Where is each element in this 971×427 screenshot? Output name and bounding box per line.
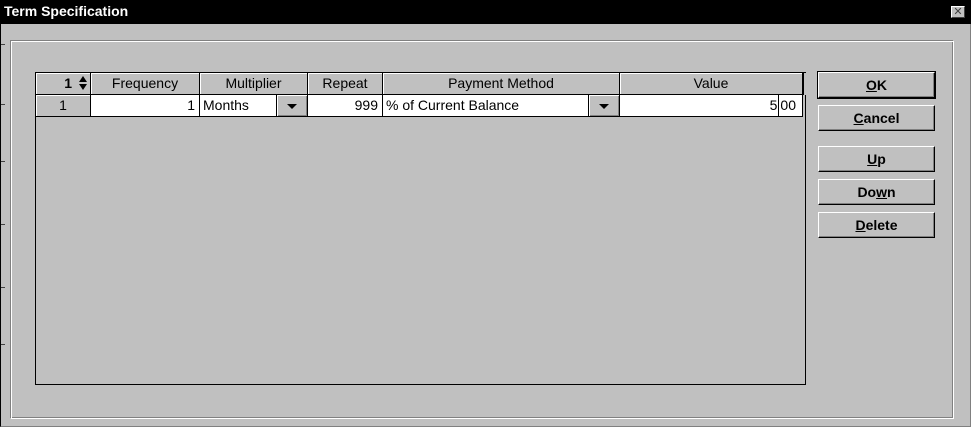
cancel-mnemonic: C [853,110,864,126]
column-header-value[interactable]: Value [620,73,803,95]
term-specification-window: Term Specification ✕ 1 Frequency Multipl… [0,0,971,427]
repeat-cell[interactable]: 999 [308,95,383,117]
multiplier-cell[interactable]: Months [200,95,277,117]
down-label-pre: Do [857,184,877,200]
value-cell[interactable]: 5 00 [620,95,803,117]
column-header-frequency[interactable]: Frequency [91,73,200,95]
payment-method-cell[interactable]: % of Current Balance [383,95,589,117]
up-down-spinner-icon[interactable] [79,76,87,91]
down-button[interactable]: Down [818,179,935,205]
ok-mnemonic: O [865,77,877,93]
close-icon[interactable]: ✕ [951,6,965,18]
cancel-button[interactable]: Cancel [818,105,935,131]
chevron-down-icon [599,104,609,109]
cancel-label-rest: ancel [863,110,900,126]
title-bar[interactable]: Term Specification ✕ [1,0,971,24]
up-button[interactable]: Up [818,146,935,172]
record-counter: 1 [64,75,72,91]
value-integer: 5 [769,97,778,113]
down-mnemonic: w [876,184,887,200]
column-header-payment-method[interactable]: Payment Method [383,73,620,95]
window-title: Term Specification [4,3,129,19]
record-counter-header: 1 [36,73,91,95]
row-number[interactable]: 1 [36,95,91,117]
down-label-rest: n [887,184,896,200]
up-mnemonic: U [867,151,878,167]
delete-mnemonic: D [855,217,866,233]
up-label-rest: p [877,151,886,167]
frequency-cell[interactable]: 1 [91,95,200,117]
spinner-up-icon[interactable] [79,76,87,82]
ok-button[interactable]: OK [817,71,936,99]
chevron-down-icon [287,104,297,109]
column-header-repeat[interactable]: Repeat [308,73,383,95]
grid-scroll-edge [803,73,806,95]
multiplier-dropdown-button[interactable] [277,95,308,117]
left-edge-marks [1,24,5,427]
ok-label-rest: K [876,77,887,93]
spinner-down-icon[interactable] [79,84,87,90]
term-grid: 1 Frequency Multiplier Repeat Payment Me… [35,72,806,385]
payment-method-dropdown-button[interactable] [589,95,620,117]
delete-label-rest: elete [865,217,898,233]
delete-button[interactable]: Delete [818,212,935,238]
value-decimal: 00 [778,95,796,116]
column-header-multiplier[interactable]: Multiplier [200,73,308,95]
